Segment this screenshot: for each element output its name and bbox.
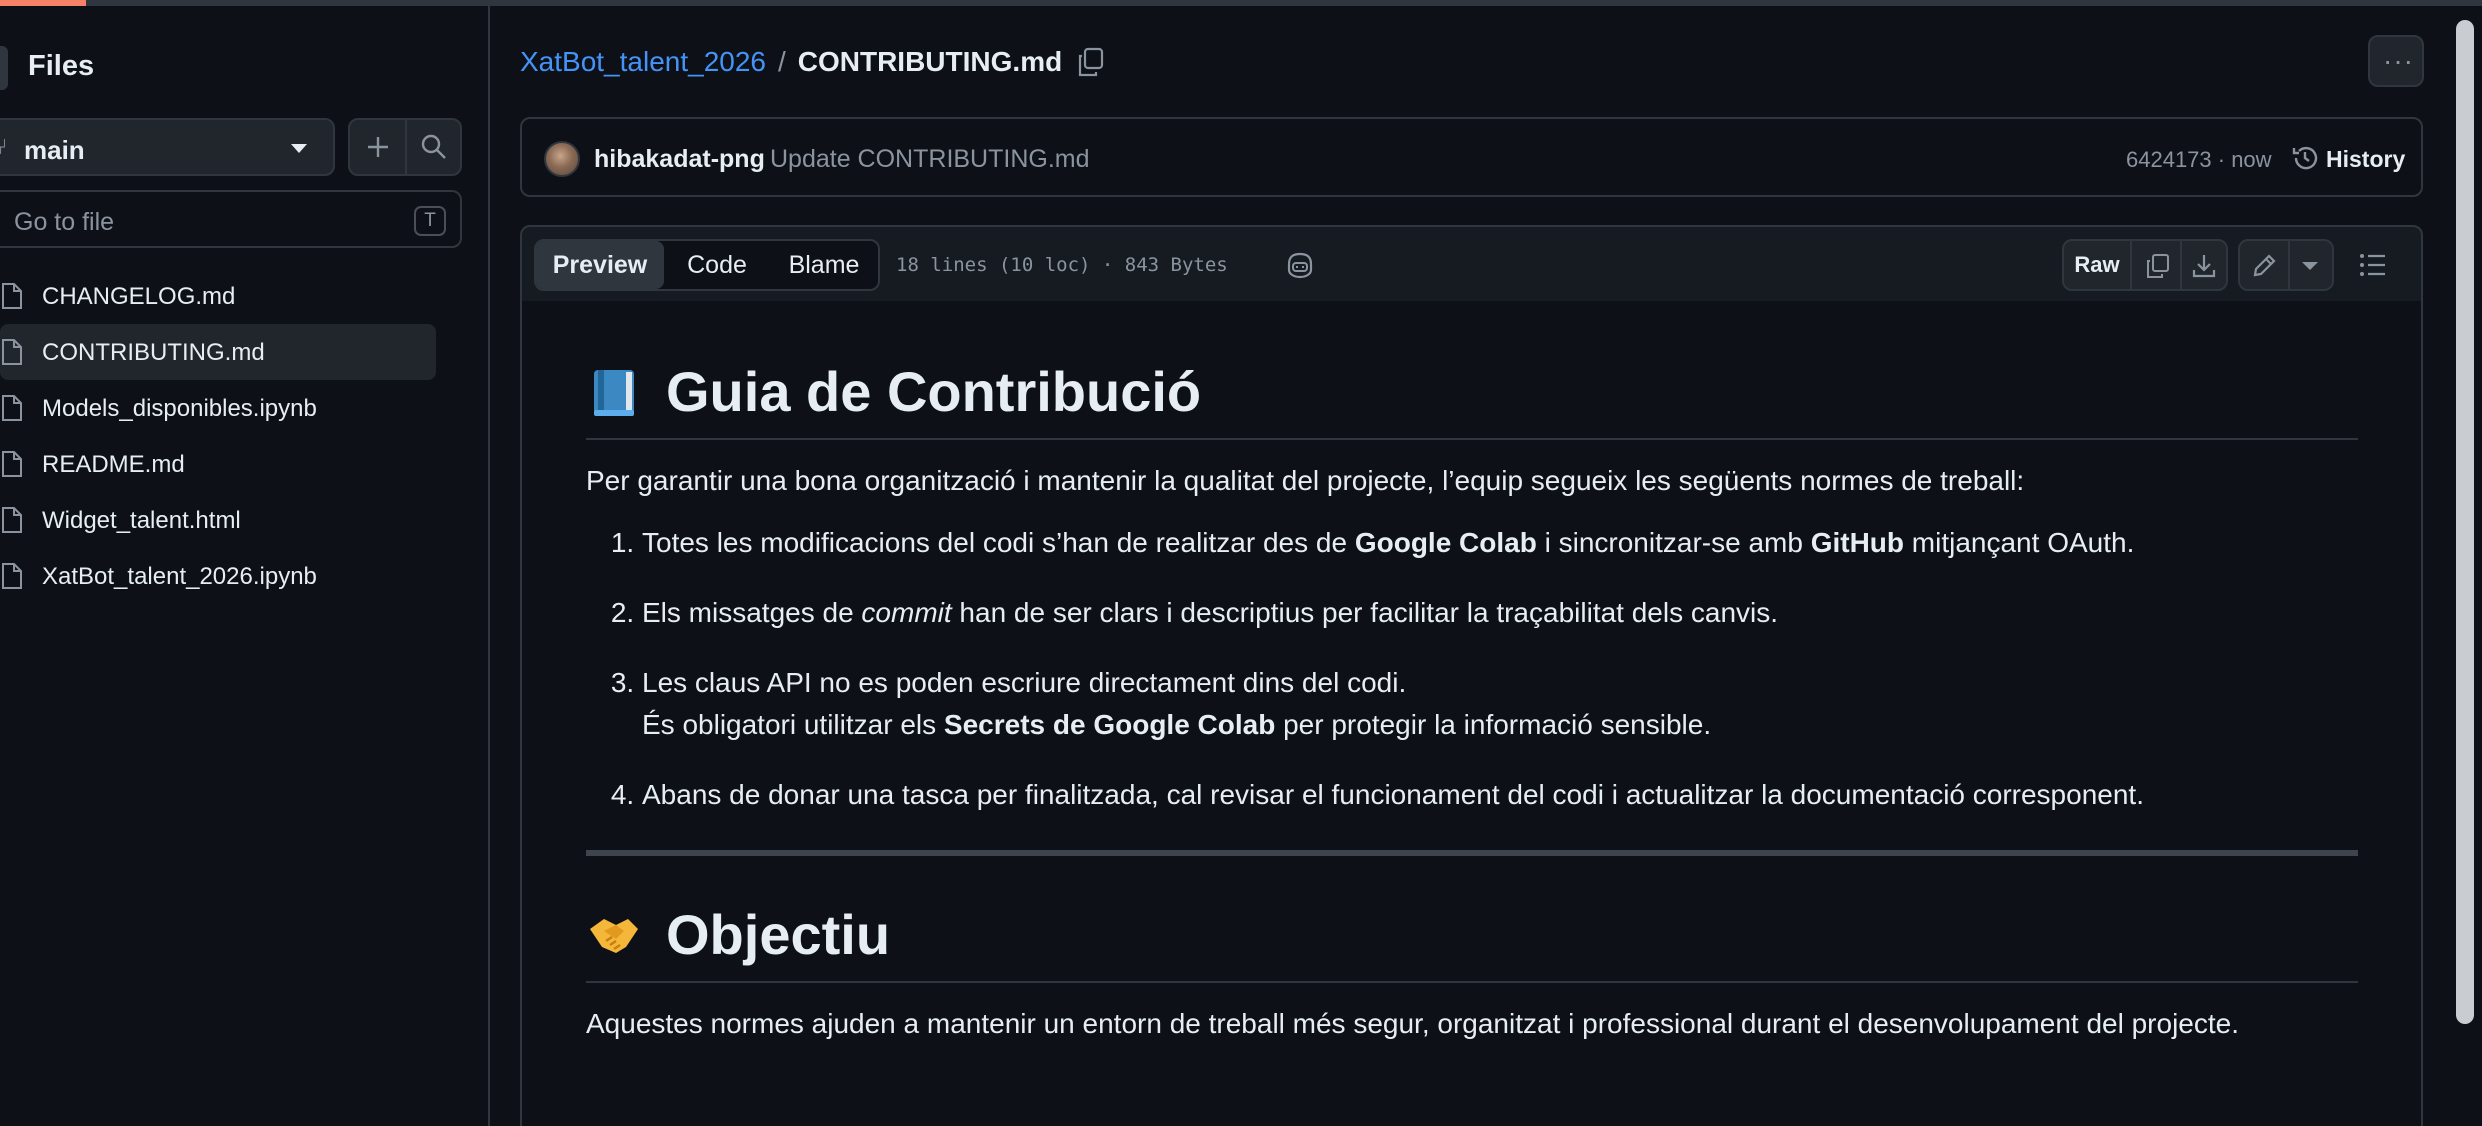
file-icon <box>2 507 22 533</box>
go-to-file-placeholder: Go to file <box>14 208 115 236</box>
file-name: XatBot_talent_2026.ipynb <box>42 563 317 590</box>
blue-book-icon <box>594 369 634 416</box>
copy-path-icon[interactable] <box>1076 46 1106 78</box>
heading-objectiu: Objectiu <box>586 902 2358 983</box>
outro-paragraph: Aquestes normes ajuden a mantenir un ent… <box>586 1008 2239 1039</box>
breadcrumb-file: CONTRIBUTING.md <box>797 46 1063 77</box>
search-icon[interactable] <box>416 129 452 165</box>
file-list: CHANGELOG.md CONTRIBUTING.md Models_disp… <box>0 268 436 604</box>
commit-message[interactable]: Update CONTRIBUTING.md <box>770 145 1090 174</box>
edit-actions <box>2238 239 2334 291</box>
heading-text: Objectiu <box>666 903 891 966</box>
divider <box>2180 241 2182 289</box>
rules-list: Totes les modificacions del codi s’han d… <box>586 522 2358 816</box>
keyboard-shortcut-badge: T <box>414 206 446 236</box>
sidebar-actions <box>348 118 462 176</box>
list-item: Totes les modificacions del codi s’han d… <box>642 522 2358 564</box>
raw-button[interactable]: Raw <box>2064 241 2132 289</box>
file-icon <box>2 563 22 589</box>
history-icon[interactable] <box>2290 143 2320 173</box>
horizontal-rule <box>586 850 2358 856</box>
plus-icon[interactable] <box>362 129 394 165</box>
file-tree-sidebar: Files ⑂ main Go to file T CHANGELOG.md C… <box>0 6 490 1126</box>
tab-preview[interactable]: Preview <box>536 241 664 289</box>
file-item-active[interactable]: CONTRIBUTING.md <box>0 324 436 380</box>
file-name: CONTRIBUTING.md <box>42 339 265 366</box>
go-to-file-input[interactable]: Go to file T <box>0 190 462 248</box>
list-item: Les claus API no es poden escriure direc… <box>642 662 2358 746</box>
copilot-icon[interactable] <box>1284 250 1316 280</box>
commit-hash-time[interactable]: 6424173 · now <box>2126 147 2272 173</box>
file-icon <box>2 283 22 309</box>
divider <box>405 120 407 174</box>
handshake-icon <box>590 918 638 953</box>
file-name: Models_disponibles.ipynb <box>42 395 317 422</box>
chevron-down-icon <box>291 144 307 153</box>
intro-paragraph: Per garantir una bona organització i man… <box>586 465 2025 496</box>
sidebar-toggle[interactable] <box>0 46 8 90</box>
download-icon[interactable] <box>2190 252 2218 280</box>
heading-text: Guia de Contribució <box>666 360 1202 423</box>
markdown-preview: Guia de Contribució Per garantir una bon… <box>520 301 2423 1126</box>
breadcrumb-separator: / <box>777 46 786 77</box>
file-name: CHANGELOG.md <box>42 283 236 310</box>
file-item[interactable]: Widget_talent.html <box>0 492 436 548</box>
avatar[interactable] <box>544 141 580 177</box>
tab-blame[interactable]: Blame <box>770 241 878 289</box>
file-item[interactable]: Models_disponibles.ipynb <box>0 380 436 436</box>
sidebar-title: Files <box>28 50 95 82</box>
file-icon <box>2 395 22 421</box>
list-item: Els missatges de commit han de ser clars… <box>642 592 2358 634</box>
heading-guia: Guia de Contribució <box>586 359 2358 440</box>
scrollbar[interactable] <box>2452 6 2482 1126</box>
branch-selector[interactable]: ⑂ main <box>0 118 335 176</box>
branch-icon: ⑂ <box>0 134 8 159</box>
markdown-body: Guia de Contribució Per garantir una bon… <box>586 359 2358 1043</box>
list-item: Abans de donar una tasca per finalitzada… <box>642 774 2358 816</box>
tab-code[interactable]: Code <box>664 241 770 289</box>
file-item[interactable]: CHANGELOG.md <box>0 268 436 324</box>
latest-commit-bar: hibakadat-png Update CONTRIBUTING.md 642… <box>520 117 2423 197</box>
breadcrumb: XatBot_talent_2026 / CONTRIBUTING.md <box>520 46 1062 78</box>
view-mode-tabs: Preview Code Blame <box>534 239 880 291</box>
file-item[interactable]: README.md <box>0 436 436 492</box>
raw-actions: Raw <box>2062 239 2228 291</box>
file-item[interactable]: XatBot_talent_2026.ipynb <box>0 548 436 604</box>
commit-author[interactable]: hibakadat-png <box>594 145 765 174</box>
copy-icon[interactable] <box>2144 252 2172 280</box>
divider <box>2288 241 2290 289</box>
file-header-toolbar: Preview Code Blame 18 lines (10 loc) · 8… <box>520 225 2423 303</box>
kebab-icon: ··· <box>2383 45 2414 76</box>
file-name: Widget_talent.html <box>42 507 241 534</box>
pencil-icon[interactable] <box>2250 252 2278 280</box>
more-options-button[interactable]: ··· <box>2368 35 2424 87</box>
file-icon <box>2 339 22 365</box>
history-button[interactable]: History <box>2326 146 2405 173</box>
breadcrumb-repo-link[interactable]: XatBot_talent_2026 <box>520 46 766 77</box>
file-icon <box>2 451 22 477</box>
chevron-down-icon[interactable] <box>2302 262 2318 270</box>
scrollbar-thumb[interactable] <box>2456 20 2474 1024</box>
file-name: README.md <box>42 451 185 478</box>
file-stats: 18 lines (10 loc) · 843 Bytes <box>896 254 1228 276</box>
branch-name: main <box>24 135 85 165</box>
outline-icon[interactable] <box>2358 251 2388 279</box>
